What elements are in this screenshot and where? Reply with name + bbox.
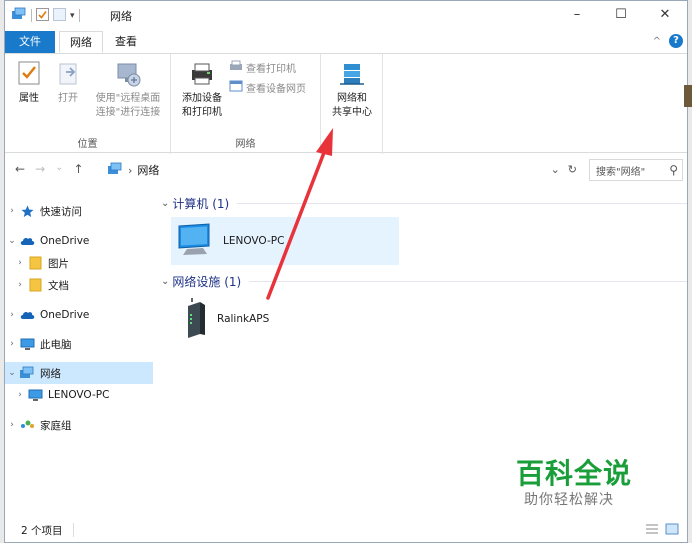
network-icon: [19, 366, 35, 380]
computer-icon: [19, 337, 35, 351]
address-bar-row: ← → ⌄ ↑ › 网络 ⌄ ↻ 搜索"网络" ⚲: [5, 156, 687, 184]
network-folder-icon: [11, 7, 27, 24]
minimize-button[interactable]: –: [555, 1, 599, 29]
star-icon: [19, 204, 35, 218]
back-button[interactable]: ←: [15, 162, 25, 176]
collapsed-chevron-icon[interactable]: ›: [13, 390, 27, 400]
folder-icon: [27, 256, 43, 270]
refresh-button[interactable]: ↻: [568, 163, 577, 176]
item-count: 2 个项目: [21, 524, 63, 537]
nav-item-quick-access[interactable]: › 快速访问: [5, 200, 153, 222]
status-bar: 2 个项目: [5, 518, 687, 542]
window-title: 网络: [110, 10, 132, 23]
nav-item-network[interactable]: ⌄ 网络: [5, 362, 153, 384]
view-printers-button[interactable]: 查看打印机: [229, 60, 296, 75]
expanded-chevron-icon[interactable]: ⌄: [161, 276, 169, 287]
expanded-chevron-icon[interactable]: ⌄: [5, 236, 19, 246]
nav-item-homegroup[interactable]: › 家庭组: [5, 414, 153, 436]
close-button[interactable]: ✕: [643, 1, 687, 29]
view-printers-icon: [229, 60, 243, 75]
new-folder-icon[interactable]: [53, 7, 66, 24]
group-header-computers[interactable]: ⌄ 计算机 (1): [161, 195, 687, 212]
collapsed-chevron-icon[interactable]: ›: [5, 310, 19, 320]
nav-item-documents[interactable]: › 文档: [5, 274, 153, 296]
window-controls: – ☐ ✕: [555, 1, 687, 29]
watermark-subtitle: 助你轻松解决: [524, 492, 614, 508]
breadcrumb-separator: ›: [128, 163, 133, 177]
remote-desktop-button[interactable]: 使用"远程桌面 连接"进行连接: [89, 58, 167, 120]
cloud-icon: [19, 234, 35, 248]
address-dropdown-button[interactable]: ⌄: [551, 163, 560, 176]
expanded-chevron-icon[interactable]: ⌄: [5, 368, 19, 378]
tab-network[interactable]: 网络: [59, 31, 103, 53]
ribbon-group-sharing: 网络和 共享中心: [321, 54, 383, 154]
nav-item-onedrive[interactable]: ⌄ OneDrive: [5, 230, 153, 252]
ribbon-right-controls: ^ ?: [653, 34, 683, 48]
remote-desktop-icon: [112, 58, 144, 90]
network-sharing-center-button[interactable]: 网络和 共享中心: [325, 58, 379, 120]
computer-icon: [175, 222, 215, 261]
group-label-network: 网络: [235, 139, 256, 150]
ribbon-group-location: 属性 打开 使用"远程桌面 连接"进行连接 位置: [5, 54, 171, 154]
collapse-ribbon-icon[interactable]: ^: [653, 36, 661, 47]
quick-access-toolbar: ▾: [11, 7, 80, 24]
large-icons-view-icon[interactable]: [665, 523, 679, 538]
background-photo-edge: [684, 85, 692, 107]
nav-item-lenovo-pc[interactable]: › LENOVO-PC: [5, 384, 153, 406]
router-icon: [181, 297, 209, 341]
nav-item-this-pc[interactable]: › 此电脑: [5, 333, 153, 355]
forward-button[interactable]: →: [35, 162, 45, 176]
computer-icon: [27, 388, 43, 402]
title-bar: ▾ 网络 – ☐ ✕: [5, 1, 687, 30]
list-item-ralinkaps[interactable]: RalinkAPS: [171, 295, 399, 343]
collapsed-chevron-icon[interactable]: ›: [5, 420, 19, 430]
customize-toolbar-icon[interactable]: ▾: [70, 11, 75, 21]
collapsed-chevron-icon[interactable]: ›: [5, 206, 19, 216]
network-location-icon: [107, 162, 123, 179]
watermark-title: 百科全说: [516, 457, 633, 490]
breadcrumb-network[interactable]: 网络: [137, 162, 159, 178]
folder-icon: [27, 278, 43, 292]
up-button[interactable]: ↑: [74, 162, 84, 176]
nav-item-onedrive-2[interactable]: › OneDrive: [5, 304, 153, 326]
search-icon: ⚲: [669, 163, 678, 177]
nav-item-pictures[interactable]: › 图片: [5, 252, 153, 274]
address-bar[interactable]: › 网络 ⌄ ↻: [103, 159, 581, 181]
properties-icon: [13, 58, 45, 90]
help-icon[interactable]: ?: [669, 34, 683, 48]
properties-button[interactable]: 属性: [11, 58, 47, 106]
address-controls: ⌄ ↻: [551, 163, 577, 176]
search-box[interactable]: 搜索"网络" ⚲: [589, 159, 683, 181]
open-icon: [52, 58, 84, 90]
homegroup-icon: [19, 418, 35, 432]
printer-icon: [186, 58, 218, 90]
group-label-location: 位置: [77, 139, 98, 150]
add-device-button[interactable]: 添加设备 和打印机: [177, 58, 227, 120]
expanded-chevron-icon[interactable]: ⌄: [161, 198, 169, 209]
recent-locations-button[interactable]: ⌄: [55, 162, 63, 176]
network-sharing-icon: [336, 58, 368, 90]
open-button[interactable]: 打开: [51, 58, 85, 106]
ribbon-tabs: 文件 网络 查看 ^ ?: [5, 31, 687, 53]
tab-view[interactable]: 查看: [105, 31, 147, 53]
view-device-page-icon: [229, 80, 243, 95]
ribbon-body: 属性 打开 使用"远程桌面 连接"进行连接 位置 添加设备 和打印机 查看打印机…: [5, 53, 687, 154]
collapsed-chevron-icon[interactable]: ›: [13, 280, 27, 290]
navigation-pane: › 快速访问 ⌄ OneDrive › 图片 › 文档 › OneDrive ›…: [5, 191, 155, 511]
collapsed-chevron-icon[interactable]: ›: [13, 258, 27, 268]
list-item-lenovo-pc[interactable]: LENOVO-PC: [171, 217, 399, 265]
tab-file[interactable]: 文件: [5, 31, 55, 53]
view-device-page-button[interactable]: 查看设备网页: [229, 80, 306, 95]
group-header-infrastructure[interactable]: ⌄ 网络设施 (1): [161, 273, 687, 290]
maximize-button[interactable]: ☐: [599, 1, 643, 29]
details-view-icon[interactable]: [645, 523, 659, 538]
nav-arrows: ← → ⌄ ↑: [15, 162, 84, 176]
search-input[interactable]: 搜索"网络": [596, 163, 645, 178]
cloud-icon: [19, 308, 35, 322]
properties-check-icon[interactable]: [36, 7, 49, 24]
collapsed-chevron-icon[interactable]: ›: [5, 339, 19, 349]
ribbon-group-network: 添加设备 和打印机 查看打印机 查看设备网页 网络: [171, 54, 321, 154]
view-toggles: [645, 523, 679, 538]
